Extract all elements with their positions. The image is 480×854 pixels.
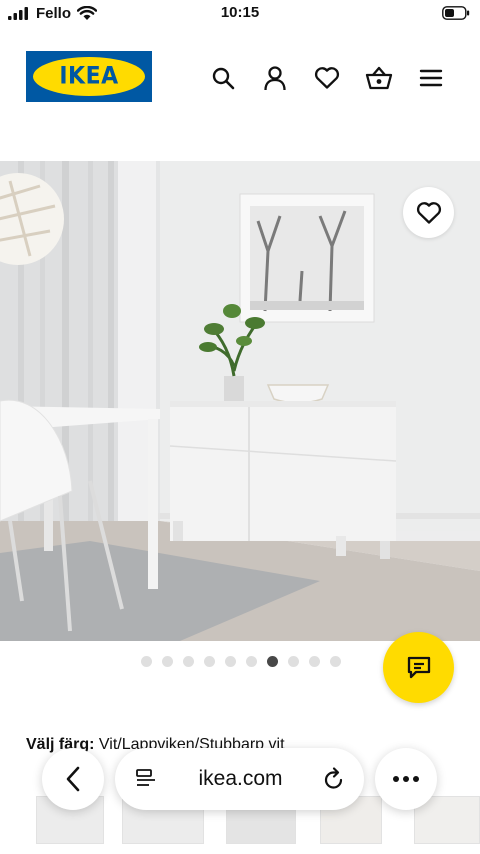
browser-toolbar: ikea.com xyxy=(0,748,480,812)
pagination-dot[interactable] xyxy=(141,656,152,667)
menu-icon[interactable] xyxy=(416,64,446,92)
pagination-dot[interactable] xyxy=(267,656,278,667)
more-icon xyxy=(393,776,419,782)
product-image[interactable] xyxy=(0,161,480,641)
pagination-dot[interactable] xyxy=(162,656,173,667)
product-photo xyxy=(0,161,480,641)
pagination-dot[interactable] xyxy=(225,656,236,667)
site-header: IKEA xyxy=(0,28,480,128)
chevron-left-icon xyxy=(66,766,80,792)
pagination-dot[interactable] xyxy=(204,656,215,667)
battery-icon xyxy=(442,6,470,25)
heart-icon[interactable] xyxy=(312,64,342,92)
status-bar: Fello 10:15 xyxy=(0,0,480,28)
chat-icon xyxy=(407,656,430,678)
pagination-dot[interactable] xyxy=(246,656,257,667)
header-icons xyxy=(208,64,446,92)
add-to-favourites-button[interactable] xyxy=(403,187,454,238)
logo-text: IKEA xyxy=(59,62,119,91)
reload-icon[interactable] xyxy=(322,766,346,797)
more-button[interactable] xyxy=(375,748,437,810)
basket-icon[interactable] xyxy=(364,64,394,92)
pagination-dot[interactable] xyxy=(309,656,320,667)
ikea-logo[interactable]: IKEA xyxy=(26,51,152,102)
status-time: 10:15 xyxy=(220,4,260,21)
pagination-dot[interactable] xyxy=(183,656,194,667)
address-bar[interactable]: ikea.com xyxy=(115,748,364,810)
pagination-dot[interactable] xyxy=(330,656,341,667)
pagination-dot[interactable] xyxy=(288,656,299,667)
search-icon[interactable] xyxy=(208,64,238,92)
back-button[interactable] xyxy=(42,748,104,810)
profile-icon[interactable] xyxy=(260,64,290,92)
chat-button[interactable] xyxy=(383,632,454,703)
heart-outline-icon xyxy=(416,201,441,224)
